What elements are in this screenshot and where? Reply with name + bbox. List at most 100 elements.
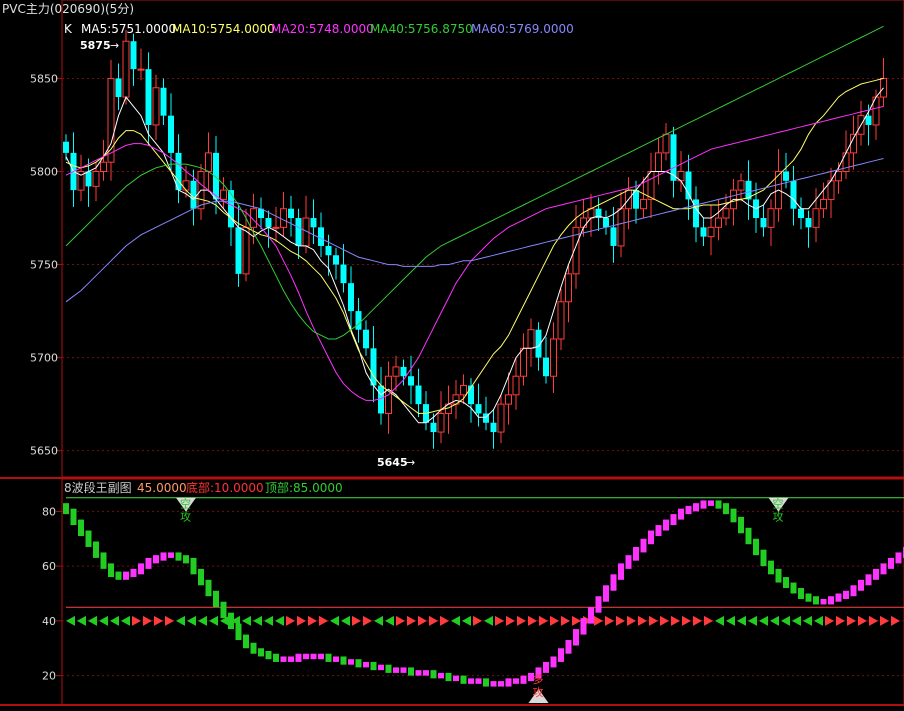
wave-bar-up	[873, 568, 879, 580]
wave-bar-down	[430, 670, 437, 679]
arrow-left	[803, 615, 812, 626]
wave-bar-up	[423, 670, 429, 676]
candle-up	[280, 208, 287, 228]
wave-bar-down	[115, 571, 122, 580]
wave-bar-up	[633, 546, 639, 561]
candle-down	[543, 357, 549, 377]
arrow-right	[165, 615, 174, 626]
arrow-left	[726, 615, 735, 626]
candle-up	[580, 217, 587, 228]
wave-bar-up	[663, 519, 669, 531]
wave-bar-up	[648, 530, 654, 545]
wave-bar-down	[183, 555, 189, 564]
candle-down	[865, 115, 872, 125]
wave-bar-up	[475, 678, 482, 684]
candle-down	[288, 208, 294, 219]
candle-up	[715, 217, 722, 228]
wave-bar-up	[520, 675, 527, 684]
arrow-right	[858, 615, 867, 626]
candle-down	[490, 422, 497, 433]
candle-up	[557, 301, 565, 340]
arrow-right	[539, 615, 548, 626]
arrow-right	[836, 615, 845, 626]
wave-bar-down	[738, 516, 744, 534]
wave-bar-down	[445, 672, 452, 682]
wave-bar-down	[355, 659, 362, 668]
wave-bar-down	[805, 593, 812, 602]
arrow-right	[638, 615, 647, 626]
candle-up	[565, 273, 572, 303]
top-signal-char-1: 空	[773, 497, 784, 511]
top-signal-char-1: 空	[180, 497, 191, 511]
wave-bar-down	[258, 648, 264, 657]
candle-up	[137, 68, 145, 71]
wave-bar-down	[250, 642, 257, 654]
candle-up	[722, 208, 730, 219]
candle-down	[340, 264, 347, 284]
candle-down	[783, 171, 789, 181]
wave-bar-up	[828, 596, 834, 605]
candle-up	[647, 171, 655, 200]
wave-bar-down	[385, 664, 392, 673]
wave-bar-down	[175, 552, 182, 561]
wave-bar-up	[415, 670, 422, 676]
arrow-right	[649, 615, 658, 626]
arrow-left	[187, 615, 196, 626]
sub-legend-mid: 45.0000	[137, 481, 187, 495]
wave-bar-up	[468, 678, 474, 684]
arrow-right	[154, 615, 163, 626]
wave-bar-up	[655, 525, 662, 537]
candle-down	[430, 422, 437, 433]
wave-bar-down	[100, 552, 107, 569]
candle-down	[265, 218, 272, 228]
candle-down	[408, 376, 414, 386]
ma60-line	[65, 158, 884, 303]
arrow-left	[385, 615, 394, 626]
wave-bar-up	[888, 557, 894, 569]
arrow-left	[88, 615, 97, 626]
wave-bar-up	[400, 667, 407, 673]
wave-bar-up	[288, 656, 294, 662]
low-marker: 5645	[377, 456, 408, 469]
arrow-right	[616, 615, 625, 626]
candle-down	[325, 245, 332, 256]
candle-down	[415, 385, 422, 405]
candle-down	[610, 227, 617, 246]
high-marker-arrow: →	[110, 39, 119, 52]
arrow-left	[275, 615, 284, 626]
ma5-legend: MA5:5751.0000	[81, 22, 176, 36]
candle-down	[168, 115, 174, 153]
candle-down	[348, 283, 354, 312]
wave-bar-down	[70, 508, 77, 526]
wave-bar-up	[865, 574, 872, 586]
arrow-right	[682, 615, 691, 626]
wave-bar-down	[745, 527, 752, 545]
wave-bar-up	[685, 505, 692, 515]
arrow-right	[660, 615, 669, 626]
arrow-right	[132, 615, 141, 626]
wave-bar-down	[63, 503, 69, 515]
arrow-right	[847, 615, 856, 626]
arrow-left	[715, 615, 724, 626]
arrow-right	[880, 615, 889, 626]
candle-down	[805, 218, 812, 228]
wave-bar-down	[205, 579, 212, 597]
ma10-line	[65, 77, 884, 414]
sub-y-tick-label: 60	[42, 560, 56, 573]
candle-down	[235, 227, 242, 274]
wave-bar-down	[790, 582, 797, 594]
arrow-left	[110, 615, 119, 626]
sub-y-tick-label: 40	[42, 615, 56, 628]
chart-canvas[interactable]: PVC主力(020690)(5分) K MA5:5751.0000 MA10:5…	[0, 0, 904, 711]
candle-up	[707, 226, 715, 238]
wave-bar-up	[595, 596, 602, 613]
wave-bar-up	[153, 555, 159, 564]
wave-bar-down	[220, 601, 227, 619]
candle-down	[333, 255, 339, 265]
wave-bar-down	[78, 519, 84, 537]
arrow-right	[495, 615, 504, 626]
wave-bar-up	[295, 653, 302, 662]
candle-down	[85, 171, 92, 187]
arrow-right	[143, 615, 152, 626]
arrow-right	[506, 615, 515, 626]
